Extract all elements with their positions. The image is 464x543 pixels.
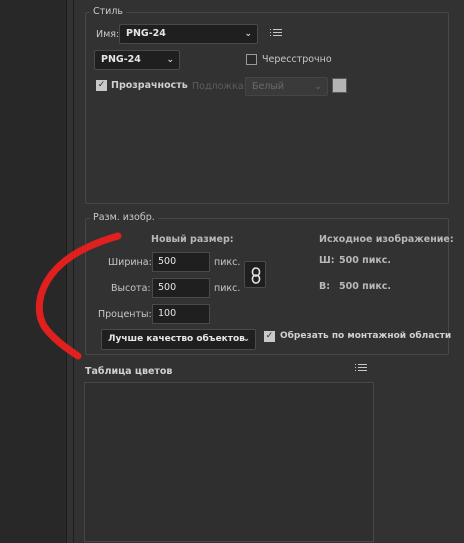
- red-annotation-stroke: [35, 232, 122, 360]
